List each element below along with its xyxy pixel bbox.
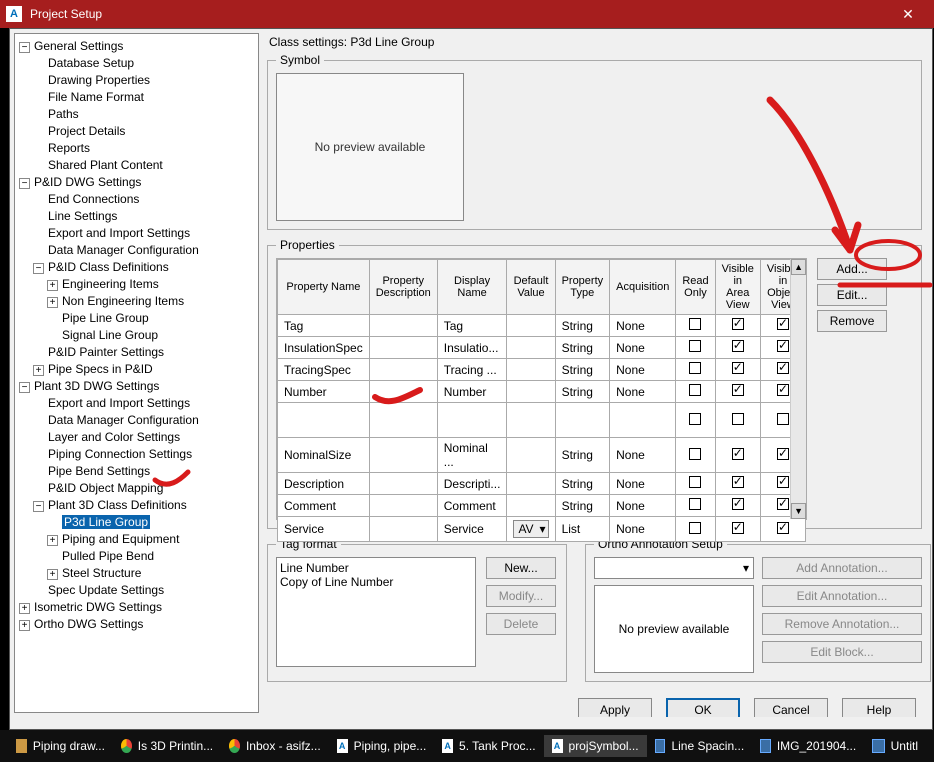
table-row[interactable]: NumberNumberStringNone [278, 381, 806, 403]
ok-button[interactable]: OK [666, 698, 740, 717]
tree-item[interactable]: Signal Line Group [47, 327, 256, 344]
edit-annotation-button[interactable]: Edit Annotation... [762, 585, 922, 607]
col-property-name[interactable]: Property Name [278, 260, 370, 315]
tree-item[interactable]: End Connections [33, 191, 256, 208]
symbol-legend: Symbol [276, 53, 324, 67]
tree-item[interactable]: Data Manager Configuration [33, 412, 256, 429]
tag-delete-button[interactable]: Delete [486, 613, 556, 635]
remove-property-button[interactable]: Remove [817, 310, 887, 332]
taskbar-item[interactable]: Is 3D Printin... [113, 735, 221, 757]
ortho-annotation-group: Ortho Annotation Setup ▾ No preview avai… [585, 537, 931, 682]
tag-format-group: Tag format Line Number Copy of Line Numb… [267, 537, 567, 682]
table-row[interactable]: InsulationSpecInsulatio...StringNone [278, 337, 806, 359]
col-property-type[interactable]: Property Type [555, 260, 610, 315]
tree-p3d-classdef[interactable]: −Plant 3D Class Definitions P3d Line Gro… [33, 497, 256, 582]
tree-item[interactable]: Shared Plant Content [33, 157, 256, 174]
close-icon[interactable]: ✕ [888, 6, 928, 23]
table-row[interactable]: NominalSpecNominal ...StringNone [278, 403, 806, 438]
properties-group: Properties Property Name Property Descri… [267, 238, 922, 529]
tree-item[interactable]: Spec Update Settings [33, 582, 256, 599]
cancel-button[interactable]: Cancel [754, 698, 828, 717]
taskbar-item[interactable]: A5. Tank Proc... [434, 735, 543, 757]
tree-item[interactable]: Layer and Color Settings [33, 429, 256, 446]
tree-item[interactable]: Project Details [33, 123, 256, 140]
tree-item[interactable]: Piping Connection Settings [33, 446, 256, 463]
tree-pid-classdef[interactable]: −P&ID Class Definitions +Engineering Ite… [33, 259, 256, 344]
tree-item[interactable]: Export and Import Settings [33, 395, 256, 412]
symbol-preview: No preview available [276, 73, 464, 221]
taskbar-item[interactable]: APiping, pipe... [329, 735, 435, 757]
tree-pid[interactable]: −P&ID DWG Settings End Connections Line … [19, 174, 256, 378]
tree-item[interactable]: Pipe Line Group [47, 310, 256, 327]
taskbar-item[interactable]: IMG_201904... [752, 735, 864, 757]
table-row[interactable]: TracingSpecTracing ...StringNone [278, 359, 806, 381]
tag-format-list[interactable]: Line Number Copy of Line Number [276, 557, 476, 667]
tree-item[interactable]: File Name Format [33, 89, 256, 106]
col-display-name[interactable]: Display Name [437, 260, 507, 315]
properties-grid[interactable]: Property Name Property Description Displ… [276, 258, 807, 520]
properties-legend: Properties [276, 238, 339, 252]
tree-p3d-line-group[interactable]: P3d Line Group [47, 514, 256, 531]
taskbar-item[interactable]: Line Spacin... [647, 735, 753, 757]
window-title: Project Setup [30, 7, 888, 21]
tree-iso[interactable]: +Isometric DWG Settings [19, 599, 256, 616]
help-button[interactable]: Help [842, 698, 916, 717]
table-row[interactable]: CommentCommentStringNone [278, 495, 806, 517]
app-logo-icon: A [6, 6, 22, 22]
taskbar[interactable]: Piping draw...Is 3D Printin...Inbox - as… [0, 730, 934, 762]
table-row[interactable]: NominalSizeNominal ...StringNone [278, 438, 806, 473]
add-property-button[interactable]: Add... [817, 258, 887, 280]
taskbar-item[interactable]: Inbox - asifz... [221, 735, 329, 757]
table-row[interactable]: TagTagStringNone [278, 315, 806, 337]
tree-item[interactable]: Export and Import Settings [33, 225, 256, 242]
tree-item[interactable]: +Piping and Equipment [47, 531, 256, 548]
taskbar-item[interactable]: AprojSymbol... [544, 735, 647, 757]
titlebar: A Project Setup ✕ [0, 0, 934, 28]
tag-new-button[interactable]: New... [486, 557, 556, 579]
tree-item[interactable]: Paths [33, 106, 256, 123]
tree-item[interactable]: P&ID Object Mapping [33, 480, 256, 497]
tree-ortho[interactable]: +Ortho DWG Settings [19, 616, 256, 633]
vertical-scrollbar[interactable]: ▲▼ [790, 259, 806, 519]
tag-modify-button[interactable]: Modify... [486, 585, 556, 607]
tree-item[interactable]: +Steel Structure [47, 565, 256, 582]
tree-item[interactable]: P&ID Painter Settings [33, 344, 256, 361]
tree-item[interactable]: +Non Engineering Items [47, 293, 256, 310]
nav-tree[interactable]: −General Settings Database Setup Drawing… [14, 33, 259, 713]
tree-item[interactable]: +Engineering Items [47, 276, 256, 293]
symbol-group: Symbol No preview available [267, 53, 922, 230]
tree-item[interactable]: Data Manager Configuration [33, 242, 256, 259]
tree-item[interactable]: Pulled Pipe Bend [47, 548, 256, 565]
tree-item[interactable]: Reports [33, 140, 256, 157]
tree-item[interactable]: +Pipe Specs in P&ID [33, 361, 256, 378]
taskbar-item[interactable]: Piping draw... [8, 735, 113, 757]
col-area-view[interactable]: Visible in Area View [715, 260, 760, 315]
tree-item[interactable]: Database Setup [33, 55, 256, 72]
apply-button[interactable]: Apply [578, 698, 652, 717]
table-row[interactable]: DescriptionDescripti...StringNone [278, 473, 806, 495]
remove-annotation-button[interactable]: Remove Annotation... [762, 613, 922, 635]
tree-item[interactable]: Drawing Properties [33, 72, 256, 89]
taskbar-item[interactable]: Untitl [864, 735, 926, 757]
class-settings-header: Class settings: P3d Line Group [269, 35, 922, 49]
col-read-only[interactable]: Read Only [676, 260, 715, 315]
col-default-value[interactable]: Default Value [507, 260, 555, 315]
tree-p3d[interactable]: −Plant 3D DWG Settings Export and Import… [19, 378, 256, 599]
edit-property-button[interactable]: Edit... [817, 284, 887, 306]
tree-item[interactable]: Pipe Bend Settings [33, 463, 256, 480]
ortho-preview: No preview available [594, 585, 754, 673]
tree-item[interactable]: Line Settings [33, 208, 256, 225]
table-row[interactable]: ServiceServiceAV▾ListNone [278, 517, 806, 542]
tree-general[interactable]: −General Settings Database Setup Drawing… [19, 38, 256, 174]
col-property-desc[interactable]: Property Description [369, 260, 437, 315]
col-acquisition[interactable]: Acquisition [610, 260, 676, 315]
edit-block-button[interactable]: Edit Block... [762, 641, 922, 663]
add-annotation-button[interactable]: Add Annotation... [762, 557, 922, 579]
ortho-annotation-select[interactable]: ▾ [594, 557, 754, 579]
